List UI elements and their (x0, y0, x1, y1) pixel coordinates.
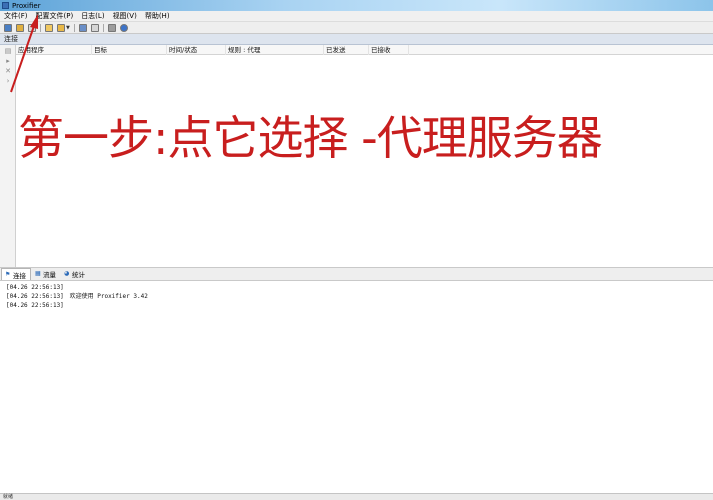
menu-bar: 文件(F) 配置文件(P) 日志(L) 视图(V) 帮助(H) (0, 11, 713, 22)
toolbar-separator (40, 23, 41, 32)
connections-sidebar: ▤ ▸ ✕ › (0, 45, 16, 267)
instruction-annotation: 第一步:点它选择 -代理服务器 (18, 111, 603, 165)
menu-file[interactable]: 文件(F) (0, 11, 32, 21)
menu-help[interactable]: 帮助(H) (141, 11, 174, 21)
toolbar-separator (102, 23, 104, 32)
play-icon[interactable]: ▸ (4, 58, 12, 65)
column-received[interactable]: 已接收 (369, 45, 409, 55)
tab-statistics[interactable]: ◕ 统计 (61, 268, 89, 280)
import-icon[interactable] (90, 23, 99, 32)
log-entry: [04.26 22:56:13] (6, 301, 66, 310)
log-panel[interactable]: [04.26 22:56:13] [04.26 22:56:13] 欢迎使用 P… (0, 281, 713, 493)
log-message: 欢迎使用 Proxifier 3.42 (69, 293, 148, 300)
menu-profile[interactable]: 配置文件(P) (32, 11, 78, 21)
open-folder-icon[interactable] (45, 23, 53, 32)
column-sent[interactable]: 已发送 (324, 45, 369, 55)
log-timestamp: [04.26 22:56:13] (6, 293, 64, 300)
bottom-tabs: ⚑ 连接 ▦ 流量 ◕ 统计 (0, 267, 713, 281)
help-icon[interactable] (119, 23, 128, 32)
new-profile-icon[interactable] (4, 23, 12, 32)
connections-table-header: 应用程序 目标 时间/状态 规则 : 代理 已发送 已接收 (16, 45, 713, 55)
app-icon (2, 2, 9, 9)
toolbar-separator (73, 23, 75, 32)
traffic-tab-icon: ▦ (35, 270, 41, 277)
connections-tab-icon: ⚑ (5, 270, 11, 278)
save-icon[interactable] (78, 23, 87, 32)
toolbar: ▼ (0, 22, 713, 34)
log-entry: [04.26 22:56:13] 欢迎使用 Proxifier 3.42 (6, 292, 148, 301)
menu-view[interactable]: 视图(V) (109, 11, 141, 21)
tab-connections[interactable]: ⚑ 连接 (1, 268, 31, 280)
column-target[interactable]: 目标 (92, 45, 167, 55)
scroll-icon[interactable]: › (4, 78, 12, 85)
list-icon[interactable]: ▤ (4, 48, 12, 55)
connect-icon[interactable] (28, 23, 36, 32)
log-timestamp: [04.26 22:56:13] (6, 284, 64, 291)
column-application[interactable]: 应用程序 (16, 45, 92, 55)
close-icon[interactable]: ✕ (4, 68, 12, 75)
tab-traffic-label: 流量 (43, 271, 56, 279)
connections-panel-title: 连接 (0, 34, 713, 45)
window-title: Proxifier (12, 1, 41, 10)
log-timestamp: [04.26 22:56:13] (6, 302, 64, 309)
tab-connections-label: 连接 (13, 271, 26, 280)
folder-dropdown-icon[interactable] (57, 23, 65, 32)
tab-statistics-label: 统计 (72, 271, 85, 279)
column-rule-proxy[interactable]: 规则 : 代理 (226, 45, 324, 55)
log-entry: [04.26 22:56:13] (6, 283, 66, 292)
window-title-bar: Proxifier (0, 0, 713, 11)
edit-icon[interactable] (16, 23, 24, 32)
status-bar: 就绪 (0, 493, 713, 500)
tab-traffic[interactable]: ▦ 流量 (32, 268, 60, 280)
status-text: 就绪 (3, 494, 14, 500)
connections-panel-label: 连接 (4, 35, 18, 43)
proxy-servers-icon[interactable] (107, 23, 116, 32)
chevron-down-icon[interactable]: ▼ (66, 25, 70, 31)
statistics-tab-icon: ◕ (64, 270, 70, 277)
menu-log[interactable]: 日志(L) (77, 11, 108, 21)
column-time-status[interactable]: 时间/状态 (167, 45, 226, 55)
